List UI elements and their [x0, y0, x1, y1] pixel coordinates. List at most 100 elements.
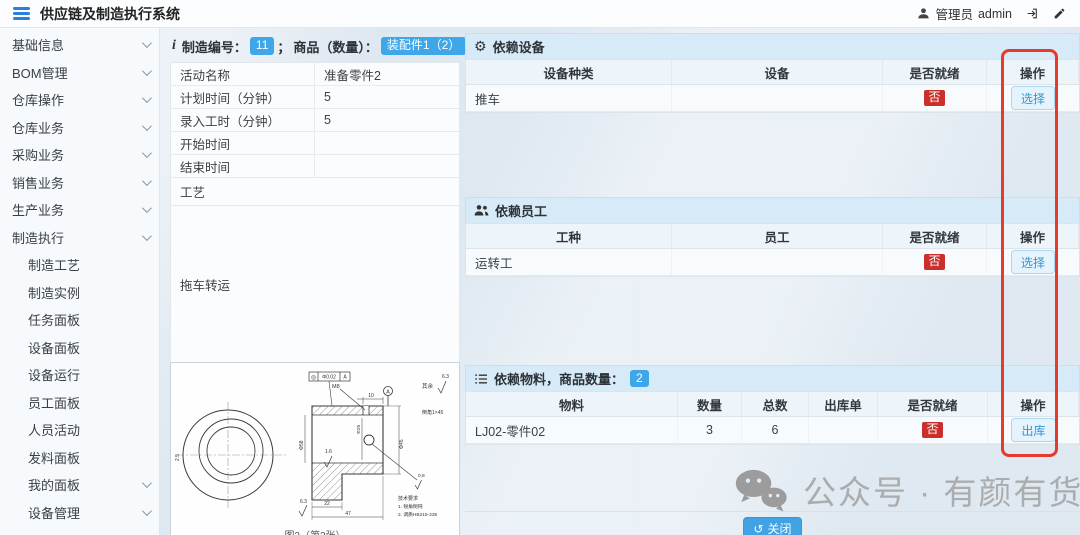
finish-6-3: 6.3 — [300, 499, 307, 505]
field-label: 结束时间 — [171, 155, 315, 178]
chevron-down-icon — [142, 121, 152, 131]
chamfer-note: 倒角1×45 — [422, 409, 443, 416]
not-ready-badge: 否 — [924, 254, 945, 271]
select-equipment-button[interactable]: 选择 — [1011, 86, 1055, 110]
user-menu[interactable]: 管理员 admin — [917, 4, 1012, 23]
field-value: 5 — [315, 86, 459, 109]
field-label: 活动名称 — [171, 63, 315, 86]
cell-equipment-ready: 否 — [883, 85, 987, 112]
not-ready-badge: 否 — [922, 422, 943, 439]
part-drawing-panel: 2.5 ◎ Φ0.02 A A M8 — [170, 362, 460, 535]
activity-detail-table: 活动名称准备零件2 计划时间（分钟）5 录入工时（分钟）5 开始时间 结束时间 … — [170, 62, 460, 363]
wechat-icon — [733, 467, 789, 513]
sidebar-item-personnel-activity[interactable]: 人员活动 — [0, 416, 159, 444]
equipment-section-header: ⚙ 依赖设备 — [465, 33, 1080, 59]
app-title: 供应链及制造执行系统 — [40, 4, 180, 24]
watermark-text: 公众号 · 有颜有货 — [803, 466, 1080, 514]
column-header: 操作 — [987, 224, 1079, 249]
mfg-number-badge: 11 — [250, 37, 274, 54]
cell-equipment-device — [672, 85, 883, 112]
sidebar-item-equipment-panel[interactable]: 设备面板 — [0, 334, 159, 362]
equipment-section: ⚙ 依赖设备 设备种类 设备 是否就绪 操作 推车 否 选择 — [465, 33, 1080, 113]
staff-table: 工种 员工 是否就绪 操作 运转工 否 选择 — [465, 223, 1080, 277]
dim-d25: Φ25 — [356, 425, 362, 434]
chevron-down-icon — [142, 478, 152, 488]
sidebar-item-basic-info[interactable]: 基础信息 — [0, 31, 159, 59]
cell-material-ready: 否 — [878, 417, 988, 444]
sidebar-item-my-panel[interactable]: 我的面板 — [0, 471, 159, 499]
column-header: 是否就绪 — [878, 392, 988, 417]
chevron-down-icon — [142, 176, 152, 186]
cell-worktype: 运转工 — [466, 249, 672, 276]
notes-title: 技术要求 — [398, 495, 418, 502]
edit-pencil-icon[interactable] — [1053, 7, 1066, 20]
select-staff-button[interactable]: 选择 — [1011, 250, 1055, 274]
sidebar-item-task-panel[interactable]: 任务面板 — [0, 306, 159, 334]
technical-drawing: 2.5 ◎ Φ0.02 A A M8 — [172, 364, 458, 524]
watermark: 公众号 · 有颜有货 — [733, 463, 1080, 517]
column-header: 操作 — [987, 60, 1079, 85]
thread-label: M8 — [332, 384, 340, 390]
sidebar-item-mfg-execution[interactable]: 制造执行 — [0, 224, 159, 252]
cell-equipment-action: 选择 — [987, 85, 1079, 112]
field-label: 计划时间（分钟） — [171, 86, 315, 109]
material-section: 依赖物料，商品数量： 2 物料 数量 总数 出库单 是否就绪 操作 LJ02-零… — [465, 365, 1080, 445]
close-button[interactable]: ↺ 关闭 — [743, 517, 801, 535]
dim-47: 47 — [345, 511, 351, 517]
equipment-section-title: 依赖设备 — [493, 37, 545, 56]
cell-employee — [672, 249, 883, 276]
sidebar-item-production[interactable]: 生产业务 — [0, 196, 159, 224]
mfg-number-label: 制造编号： — [182, 37, 247, 56]
tolerance-symbol: ◎ — [311, 375, 316, 381]
sidebar-item-mfg-process[interactable]: 制造工艺 — [0, 251, 159, 279]
cell-material-qty: 3 — [678, 417, 742, 444]
gear-icon: ⚙ — [474, 38, 487, 55]
cell-staff-action: 选择 — [987, 249, 1079, 276]
menu-icon[interactable] — [13, 7, 30, 20]
column-header: 操作 — [988, 392, 1079, 417]
field-value: 5 — [315, 109, 459, 132]
sidebar-item-purchasing[interactable]: 采购业务 — [0, 141, 159, 169]
column-header: 员工 — [672, 224, 883, 249]
logout-icon[interactable] — [1026, 7, 1039, 20]
dim-22: 22 — [324, 501, 330, 507]
field-value: 准备零件2 — [315, 63, 459, 86]
user-role: 管理员 — [935, 4, 973, 23]
chevron-down-icon — [142, 93, 152, 103]
note-2: 2. 调质HB215-235 — [398, 511, 438, 518]
note-1: 1. 锐角倒钝 — [398, 503, 423, 510]
sidebar-item-warehouse-ops[interactable]: 仓库操作 — [0, 86, 159, 114]
rest-finish-value: 6.3 — [442, 374, 449, 380]
sidebar-item-sales[interactable]: 销售业务 — [0, 169, 159, 197]
sidebar-item-mfg-instance[interactable]: 制造实例 — [0, 279, 159, 307]
finish-0-8: 0.8 — [418, 473, 425, 479]
user-name: admin — [978, 7, 1012, 21]
sidebar-item-staff-panel[interactable]: 员工面板 — [0, 389, 159, 417]
field-value — [315, 155, 459, 178]
field-label: 开始时间 — [171, 132, 315, 155]
top-bar: 供应链及制造执行系统 管理员 admin — [0, 0, 1080, 28]
column-header: 是否就绪 — [883, 224, 987, 249]
cell-equipment-type: 推车 — [466, 85, 672, 112]
column-header: 总数 — [742, 392, 809, 417]
column-header: 设备种类 — [466, 60, 672, 85]
list-icon — [474, 373, 488, 385]
dim-d45: Φ45 — [399, 439, 405, 449]
chevron-down-icon — [142, 148, 152, 158]
process-value: 拖车转运 — [171, 206, 459, 363]
sidebar-item-material-issue-panel[interactable]: 发料面板 — [0, 444, 159, 472]
people-icon — [474, 204, 489, 217]
sidebar-item-warehouse-biz[interactable]: 仓库业务 — [0, 114, 159, 142]
column-header: 是否就绪 — [883, 60, 987, 85]
manufacture-header: i 制造编号： 11 ； 商品（数量）： 装配件1（2） — [172, 33, 462, 59]
sidebar-item-equipment-mgmt[interactable]: 设备管理 — [0, 499, 159, 527]
outbound-button[interactable]: 出库 — [1011, 418, 1055, 442]
drawing-caption: 图2（第2张） — [171, 527, 459, 535]
refresh-icon: ↺ — [753, 522, 763, 535]
dim-2-5: 2.5 — [175, 454, 181, 461]
sidebar-item-bom[interactable]: BOM管理 — [0, 59, 159, 87]
chevron-down-icon — [142, 506, 152, 516]
app-window: 供应链及制造执行系统 管理员 admin 基础信息 BOM管理 仓库操作 仓库业… — [0, 0, 1080, 535]
material-section-title: 依赖物料，商品数量： — [494, 369, 624, 388]
sidebar-item-equipment-run[interactable]: 设备运行 — [0, 361, 159, 389]
